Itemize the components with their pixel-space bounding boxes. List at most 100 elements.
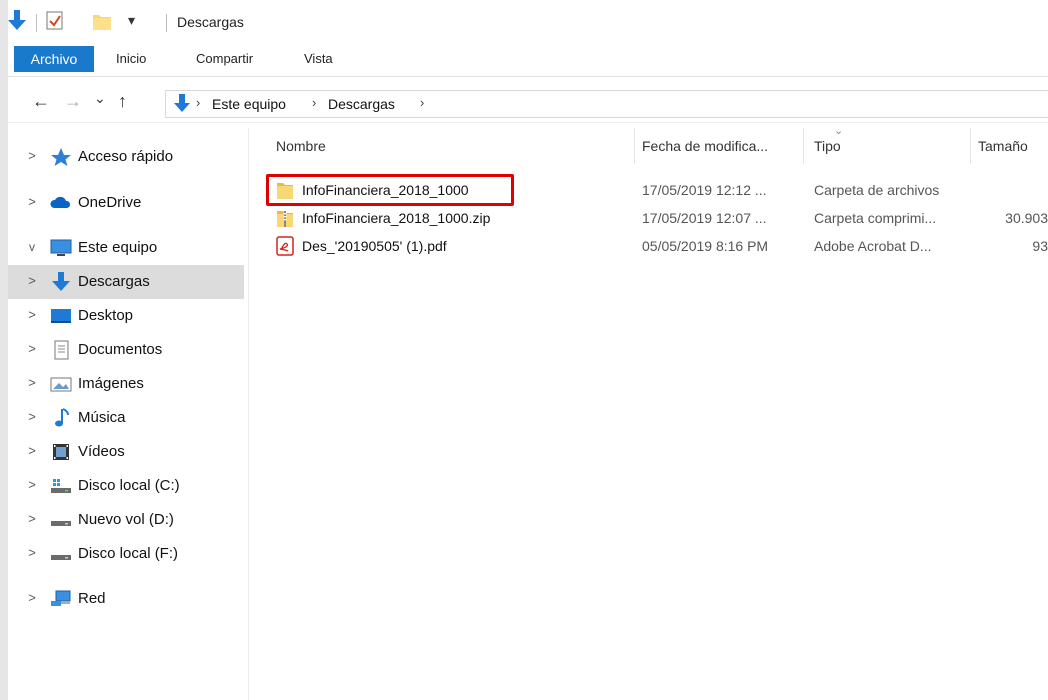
nav-item-disco-local-c[interactable]: > Disco local (C:): [8, 469, 244, 503]
cloud-icon: [50, 193, 72, 213]
nav-label: Vídeos: [78, 443, 125, 460]
pdf-icon: [276, 236, 294, 256]
file-date: 05/05/2019 8:16 PM: [642, 238, 769, 254]
address-field[interactable]: › Este equipo › Descargas ›: [165, 90, 1048, 118]
nav-item-documentos[interactable]: > Documentos: [8, 333, 244, 367]
nav-item-este-equipo[interactable]: v Este equipo: [8, 231, 244, 265]
nav-label: Acceso rápido: [78, 148, 174, 165]
nav-item-musica[interactable]: > Música: [8, 401, 244, 435]
tab-inicio[interactable]: Inicio: [116, 46, 146, 72]
file-type: Carpeta de archivos: [814, 182, 940, 198]
column-header-fecha[interactable]: Fecha de modifica...: [642, 138, 768, 154]
back-arrow-icon[interactable]: ←: [32, 91, 50, 112]
nav-label: Documentos: [78, 341, 163, 358]
breadcrumb-separator: ›: [420, 95, 425, 110]
chevron-right-icon[interactable]: >: [26, 590, 38, 605]
chevron-right-icon[interactable]: >: [26, 375, 38, 390]
recent-locations-chevron-icon[interactable]: ⌄: [94, 90, 106, 107]
column-header-nombre[interactable]: Nombre: [276, 138, 326, 154]
star-icon: [50, 147, 72, 167]
navigation-pane: > Acceso rápido > OneDrive v Este equipo…: [8, 128, 249, 700]
title-bar: ▾ Descargas: [8, 8, 1048, 38]
music-icon: [50, 408, 72, 428]
file-date: 17/05/2019 12:07 ...: [642, 210, 767, 226]
nav-item-red[interactable]: > Red: [8, 582, 244, 616]
file-type: Adobe Acrobat D...: [814, 238, 932, 254]
up-arrow-icon[interactable]: ↑: [118, 91, 127, 112]
address-bar-row: ← → ⌄ ↑ › Este equipo › Descargas ›: [8, 86, 1048, 123]
column-header-tamano[interactable]: Tamaño: [978, 138, 1028, 154]
pictures-icon: [50, 374, 72, 394]
tab-archivo[interactable]: Archivo: [14, 46, 94, 72]
title-separator: [36, 14, 37, 32]
column-divider[interactable]: [970, 128, 971, 164]
nav-item-descargas[interactable]: > Descargas: [8, 265, 244, 299]
file-name: InfoFinanciera_2018_1000.zip: [302, 210, 491, 226]
chevron-right-icon[interactable]: >: [26, 511, 38, 526]
zip-folder-icon: [276, 208, 294, 228]
nav-label: Este equipo: [78, 239, 158, 256]
nav-label: Música: [78, 409, 126, 426]
chevron-right-icon[interactable]: >: [26, 273, 38, 288]
chevron-right-icon[interactable]: >: [26, 341, 38, 356]
tab-compartir[interactable]: Compartir: [196, 46, 253, 72]
column-divider[interactable]: [803, 128, 804, 164]
nav-item-acceso-rapido[interactable]: > Acceso rápido: [8, 140, 244, 174]
nav-label: Imágenes: [78, 375, 144, 392]
chevron-right-icon[interactable]: >: [26, 409, 38, 424]
chevron-right-icon[interactable]: >: [26, 307, 38, 322]
nav-item-disco-local-f[interactable]: > Disco local (F:): [8, 537, 244, 571]
file-type: Carpeta comprimi...: [814, 210, 937, 226]
nav-label: Desktop: [78, 307, 134, 324]
windows-drive-icon: [50, 476, 72, 496]
desktop-icon: [50, 306, 72, 326]
column-divider[interactable]: [634, 128, 635, 164]
drive-icon: [50, 544, 72, 564]
table-row[interactable]: InfoFinanciera_2018_1000.zip 17/05/2019 …: [256, 204, 1048, 232]
nav-label: OneDrive: [78, 194, 142, 211]
download-arrow-icon[interactable]: [8, 10, 26, 35]
nav-label: Descargas: [78, 273, 150, 290]
tab-vista[interactable]: Vista: [304, 46, 333, 72]
computer-icon: [50, 238, 72, 258]
document-icon: [50, 340, 72, 360]
video-icon: [50, 442, 72, 462]
breadcrumb-descargas[interactable]: Descargas: [328, 96, 395, 112]
nav-item-videos[interactable]: > Vídeos: [8, 435, 244, 469]
nav-item-onedrive[interactable]: > OneDrive: [8, 186, 244, 220]
column-headers: Nombre Fecha de modifica... Tipo ⌄ Tamañ…: [256, 125, 1048, 166]
breadcrumb-este-equipo[interactable]: Este equipo: [212, 96, 286, 112]
nav-item-nuevo-vol-d[interactable]: > Nuevo vol (D:): [8, 503, 244, 537]
file-list: Nombre Fecha de modifica... Tipo ⌄ Tamañ…: [256, 125, 1048, 700]
table-row[interactable]: Des_'20190505' (1).pdf 05/05/2019 8:16 P…: [256, 232, 1048, 260]
breadcrumb-separator: ›: [312, 95, 317, 110]
download-arrow-icon: [50, 272, 72, 292]
file-size: 30.903: [1005, 210, 1048, 226]
download-arrow-icon: [174, 94, 190, 117]
window-title: Descargas: [177, 14, 244, 30]
chevron-right-icon[interactable]: >: [26, 148, 38, 163]
chevron-right-icon[interactable]: >: [26, 545, 38, 560]
new-folder-icon[interactable]: [92, 11, 112, 34]
nav-label: Red: [78, 590, 106, 607]
breadcrumb-separator: ›: [196, 95, 201, 110]
file-name: Des_'20190505' (1).pdf: [302, 238, 447, 254]
chevron-right-icon[interactable]: >: [26, 443, 38, 458]
forward-arrow-icon[interactable]: →: [64, 91, 82, 112]
ribbon-tabs: Archivo Inicio Compartir Vista: [8, 46, 1048, 77]
nav-label: Nuevo vol (D:): [78, 511, 174, 528]
nav-item-desktop[interactable]: > Desktop: [8, 299, 244, 333]
network-icon: [50, 589, 72, 609]
chevron-right-icon[interactable]: >: [26, 477, 38, 492]
drive-icon: [50, 510, 72, 530]
nav-item-imagenes[interactable]: > Imágenes: [8, 367, 244, 401]
properties-checkmark-icon[interactable]: [46, 11, 64, 34]
sort-chevron-icon: ⌄: [834, 125, 844, 137]
chevron-down-icon[interactable]: v: [26, 240, 38, 254]
highlight-box: [266, 174, 514, 206]
file-size: 93: [1032, 238, 1048, 254]
qat-dropdown-icon[interactable]: ▾: [128, 12, 135, 29]
nav-label: Disco local (C:): [78, 477, 180, 494]
column-header-tipo[interactable]: Tipo: [814, 138, 841, 154]
chevron-right-icon[interactable]: >: [26, 194, 38, 209]
